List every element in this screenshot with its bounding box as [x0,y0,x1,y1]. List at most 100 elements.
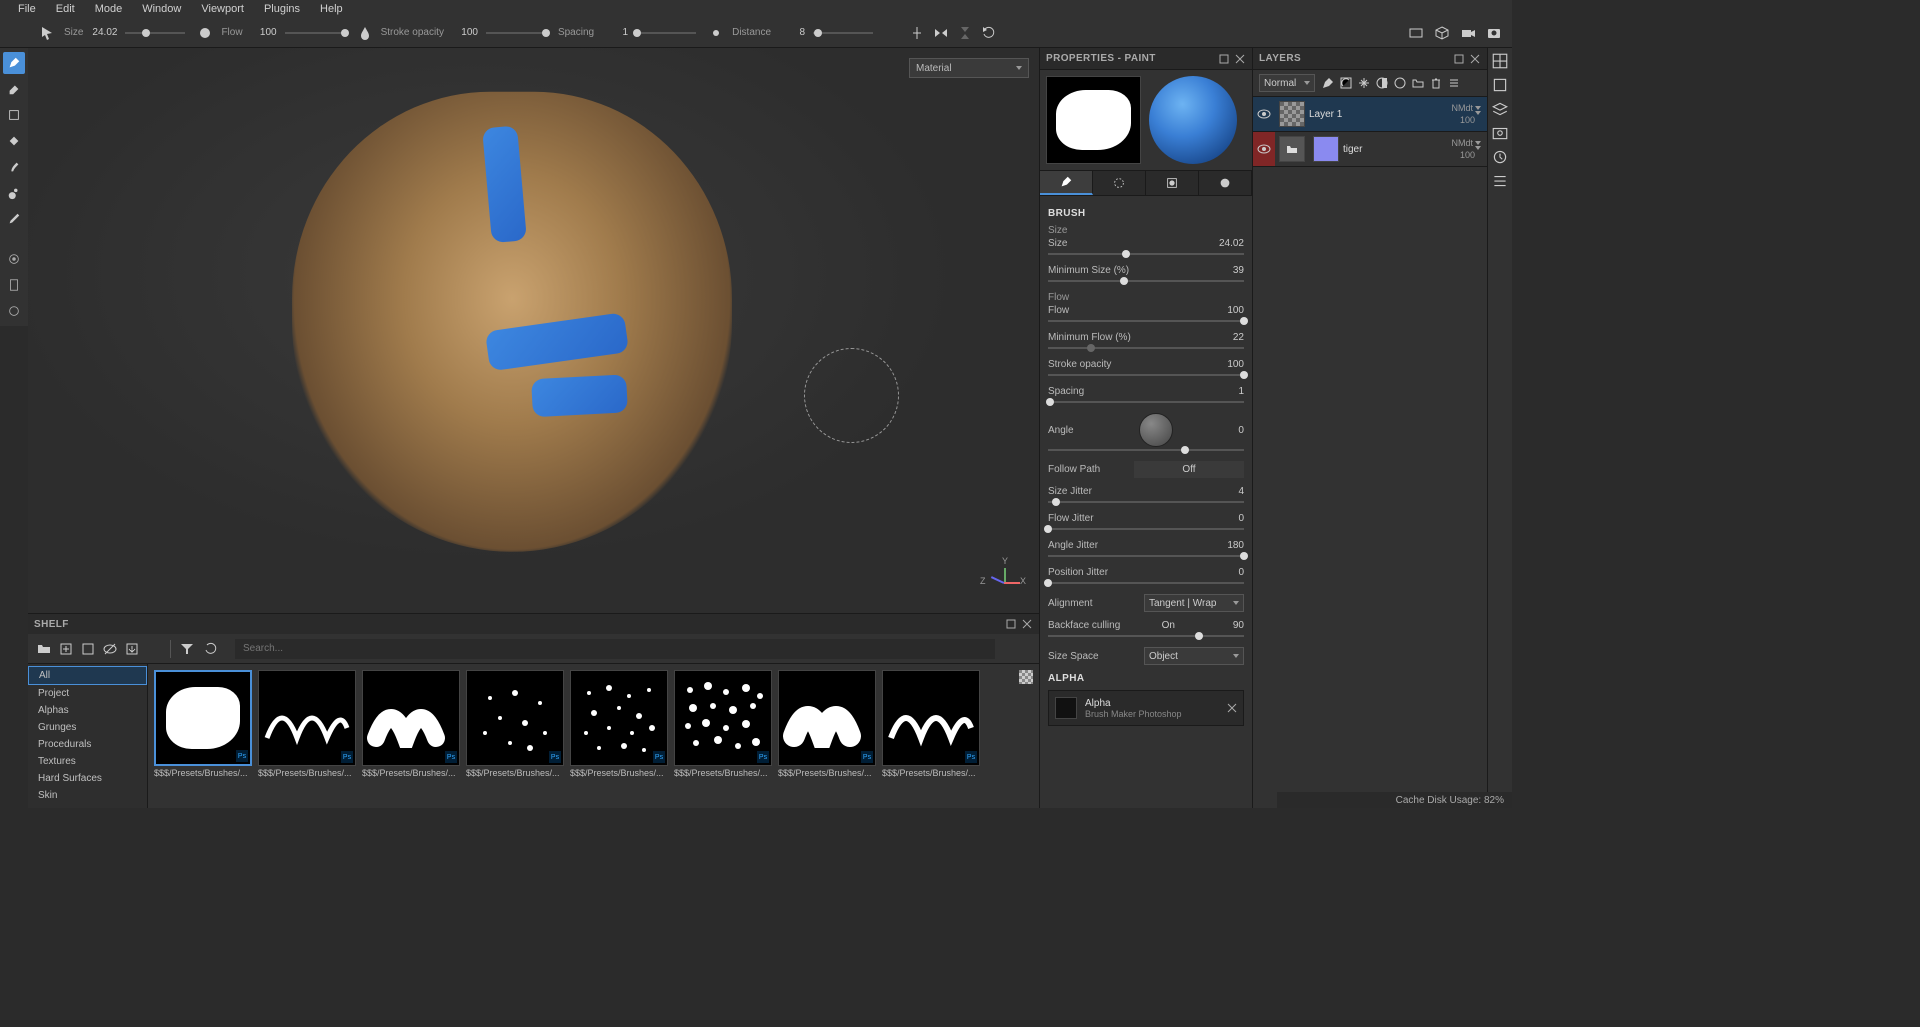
smudge-tool[interactable] [3,156,25,178]
menu-mode[interactable]: Mode [85,1,133,17]
shelf-cat-project[interactable]: Project [28,685,147,702]
layer-row[interactable]: Layer 1 NMdt 100 [1253,97,1487,132]
layer-name[interactable]: tiger [1343,144,1451,155]
shelf-cat-all[interactable]: All [28,666,147,685]
followpath-toggle[interactable]: Off [1134,461,1244,478]
log-side-icon[interactable] [1491,172,1509,190]
shelf-search-input[interactable] [235,639,995,659]
add-fill-layer-icon[interactable] [1339,76,1353,90]
flow-value[interactable]: 100 [247,27,277,38]
close-icon[interactable] [1234,53,1246,65]
refresh-icon[interactable] [203,641,219,657]
close-icon[interactable] [1469,53,1481,65]
shelf-item[interactable]: Ps $$$/Presets/Brushes/... [674,670,772,778]
add-paint-layer-icon[interactable] [1321,76,1335,90]
layer-opacity[interactable]: 100 [1460,115,1481,125]
close-icon[interactable] [1227,703,1237,713]
stroke-opacity-value[interactable]: 100 [448,27,478,38]
settings-tool[interactable] [3,248,25,270]
projection-tool[interactable] [3,104,25,126]
flowjitter-value[interactable]: 0 [1238,513,1244,524]
shelf-items[interactable]: Ps $$$/Presets/Brushes/... Ps $$$/Preset… [148,664,1039,808]
import-icon[interactable] [124,641,140,657]
paint-tool[interactable] [3,52,25,74]
menu-file[interactable]: File [8,1,46,17]
shelf-item[interactable]: Ps $$$/Presets/Brushes/... [882,670,980,778]
blend-mode-dropdown[interactable]: Normal [1259,74,1315,92]
tab-stencil[interactable] [1146,171,1199,195]
cursor-icon[interactable] [40,25,56,41]
posjitter-slider[interactable] [1048,582,1244,584]
alignment-select[interactable]: Tangent | Wrap [1144,594,1244,612]
angle-value[interactable]: 0 [1238,425,1244,436]
flow-value[interactable]: 100 [1227,305,1244,316]
shelf-item[interactable]: Ps $$$/Presets/Brushes/... [154,670,252,778]
menu-edit[interactable]: Edit [46,1,85,17]
droplet-icon[interactable] [357,25,373,41]
eye-icon[interactable] [1253,132,1275,166]
alpha-entry[interactable]: Alpha Brush Maker Photoshop [1048,690,1244,726]
spacing-value[interactable]: 1 [598,27,628,38]
strokeop-slider[interactable] [1048,374,1244,376]
maximize-icon[interactable] [1218,53,1230,65]
backface-toggle[interactable]: On [1162,620,1192,631]
material-dropdown[interactable]: Material [909,58,1029,78]
refresh-tool[interactable] [3,300,25,322]
layer-menu-icon[interactable] [1447,76,1461,90]
shelf-item[interactable]: Ps $$$/Presets/Brushes/... [778,670,876,778]
tab-alpha[interactable] [1093,171,1146,195]
spacing-slider[interactable] [1048,401,1244,403]
strokeop-value[interactable]: 100 [1227,359,1244,370]
sizejitter-slider[interactable] [1048,501,1244,503]
add-mask-icon[interactable] [1375,76,1389,90]
maximize-icon[interactable] [1453,53,1465,65]
shelf-cat-grunges[interactable]: Grunges [28,719,147,736]
eye-icon[interactable] [1253,107,1275,121]
spacing-slider[interactable] [636,32,696,34]
symmetry-icon[interactable] [909,25,925,41]
delete-layer-icon[interactable] [1429,76,1443,90]
shelf-cat-procedurals[interactable]: Procedurals [28,736,147,753]
spacing-value[interactable]: 1 [1238,386,1244,397]
add-smart-icon[interactable] [1393,76,1407,90]
layer-name[interactable]: Layer 1 [1309,109,1451,120]
texture-set-icon[interactable] [1491,52,1509,70]
document-tool[interactable] [3,274,25,296]
clone-tool[interactable] [3,182,25,204]
folder-icon[interactable] [36,641,52,657]
shelf-cat-skin[interactable]: Skin [28,787,147,804]
sizejitter-value[interactable]: 4 [1238,486,1244,497]
shelf-cat-textures[interactable]: Textures [28,753,147,770]
size-slider[interactable] [125,32,185,34]
hide-icon[interactable] [102,641,118,657]
stroke-opacity-slider[interactable] [486,32,546,34]
shelf-item[interactable]: Ps $$$/Presets/Brushes/... [362,670,460,778]
minsize-slider[interactable] [1048,280,1244,282]
photo-side-icon[interactable] [1491,124,1509,142]
properties-scroll[interactable]: BRUSH Size Size24.02 Minimum Size (%)39 … [1040,196,1252,808]
close-icon[interactable] [1021,618,1033,630]
anglejitter-value[interactable]: 180 [1227,540,1244,551]
shelf-cat-alphas[interactable]: Alphas [28,702,147,719]
history-side-icon[interactable] [1491,148,1509,166]
3d-viewport[interactable]: Material Y X Z [28,48,1039,613]
eraser-tool[interactable] [3,78,25,100]
properties-side-icon[interactable] [1491,76,1509,94]
shelf-item[interactable]: Ps $$$/Presets/Brushes/... [570,670,668,778]
minsize-value[interactable]: 39 [1233,265,1244,276]
cube-icon[interactable] [1434,25,1450,41]
backface-value[interactable]: 90 [1233,620,1244,631]
anglejitter-slider[interactable] [1048,555,1244,557]
color-swatch[interactable] [1019,670,1033,684]
mirror-y-icon[interactable] [957,25,973,41]
menu-plugins[interactable]: Plugins [254,1,310,17]
shelf-item[interactable]: Ps $$$/Presets/Brushes/... [466,670,564,778]
menu-window[interactable]: Window [132,1,191,17]
brush-preview[interactable] [1046,76,1141,164]
fill-tool[interactable] [3,130,25,152]
maximize-icon[interactable] [1005,618,1017,630]
size-value[interactable]: 24.02 [87,27,117,38]
photo-icon[interactable] [1486,25,1502,41]
material-preview-sphere[interactable] [1149,76,1237,164]
mirror-x-icon[interactable] [933,25,949,41]
